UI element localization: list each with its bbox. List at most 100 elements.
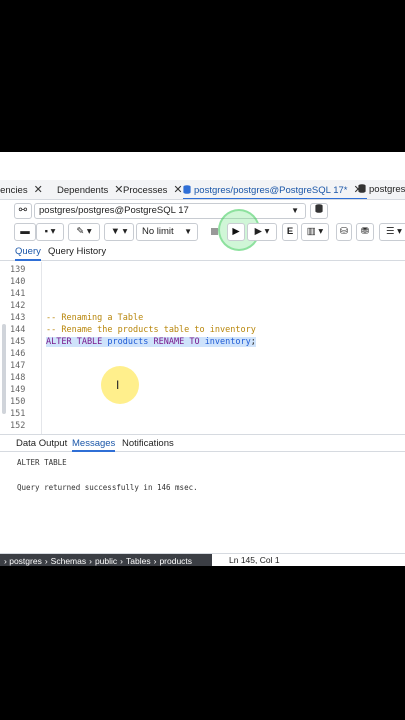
chevron-down-icon: ▼ xyxy=(291,206,299,215)
sql-editor[interactable]: 139 140 141 142 143 144 145 146 147 148 … xyxy=(0,262,405,434)
explain-icon: E xyxy=(286,226,294,237)
breadcrumb-item[interactable]: Schemas xyxy=(51,556,86,566)
message-line: ALTER TABLE xyxy=(17,458,67,467)
code-line-alter: ALTER TABLE products RENAME TO inventory… xyxy=(46,337,256,347)
breadcrumb-item[interactable]: products xyxy=(159,556,192,566)
editor-tab-bar: lencies ✕ Dependents ✕ Processes ✕ postgres… xyxy=(0,180,405,200)
breadcrumb-item[interactable]: public xyxy=(95,556,117,566)
database-icon xyxy=(315,204,323,213)
connection-bar: ⚯ postgres/postgres@PostgreSQL 17 ▼ xyxy=(0,201,405,221)
explain-analyze-button[interactable]: ▥ ▾ xyxy=(301,223,329,241)
rollback-button[interactable]: ⛃ xyxy=(356,223,374,241)
folder-icon: ▬ xyxy=(20,226,30,237)
play-icon: ▶ xyxy=(232,226,240,237)
line-number: 149 xyxy=(10,385,26,395)
sql-keyword: ALTER TABLE xyxy=(46,337,103,347)
tab-query-tool[interactable]: postgres/postgres@PostgreSQL 17* ✕ xyxy=(183,180,367,199)
line-number: 141 xyxy=(10,289,26,299)
database-icon xyxy=(358,184,366,193)
execute-options-button[interactable]: ▶ ▾ xyxy=(247,223,277,241)
code-comment: -- Renaming a Table xyxy=(46,313,144,323)
chevron-right-icon: › xyxy=(153,556,157,566)
save-button[interactable]: ▪ ▾ xyxy=(36,223,64,241)
text-cursor-icon: I xyxy=(116,378,120,392)
connection-status-button[interactable]: ⚯ xyxy=(14,203,32,219)
tab-query-history[interactable]: Query History xyxy=(48,245,106,261)
close-icon[interactable]: ✕ xyxy=(34,184,43,196)
tab-data-output[interactable]: Data Output xyxy=(16,437,67,452)
tab-label: postgres/ xyxy=(369,184,405,195)
open-file-button[interactable]: ▬ xyxy=(14,223,36,241)
breadcrumb: › postgres › Schemas › public › Tables › product… xyxy=(0,554,212,566)
line-number: 150 xyxy=(10,397,26,407)
line-number: 143 xyxy=(10,313,26,323)
line-number: 148 xyxy=(10,373,26,383)
close-icon[interactable]: ✕ xyxy=(173,184,182,196)
line-number: 144 xyxy=(10,325,26,335)
chevron-down-icon: ▼ xyxy=(184,227,192,236)
code-comment: -- Rename the products table to inventor… xyxy=(46,325,256,335)
limit-select[interactable]: No limit ▼ xyxy=(136,223,198,241)
tab-query-tool-2[interactable]: postgres/ xyxy=(358,180,405,199)
query-toolbar: ▬ ▪ ▾ ✎ ▾ ▼ ▾ No limit ▼ ▶ ▶ ▾ E ▥ ▾ ⛁ ⛃… xyxy=(0,209,405,251)
sql-identifier: products xyxy=(107,337,149,347)
macros-button[interactable]: ☰ ▾ xyxy=(379,223,405,241)
connection-value: postgres/postgres@PostgreSQL 17 xyxy=(39,205,189,216)
chevron-right-icon: › xyxy=(89,556,92,566)
edit-button[interactable]: ✎ ▾ xyxy=(68,223,100,241)
sql-keyword: RENAME TO xyxy=(153,337,200,347)
explain-button[interactable]: E xyxy=(282,223,298,241)
line-number: 151 xyxy=(10,409,26,419)
filter-icon: ▼ ▾ xyxy=(110,226,128,237)
line-number: 142 xyxy=(10,301,26,311)
tab-query[interactable]: Query xyxy=(15,245,41,261)
sql-terminator: ; xyxy=(250,337,256,347)
tab-processes[interactable]: Processes ✕ xyxy=(123,180,183,199)
tab-dependents[interactable]: Dependents ✕ xyxy=(57,180,123,199)
line-number: 145 xyxy=(10,337,26,347)
tab-notifications[interactable]: Notifications xyxy=(122,437,174,452)
query-tabs: Query Query History xyxy=(0,243,405,261)
line-number: 146 xyxy=(10,349,26,359)
chart-icon: ▥ ▾ xyxy=(306,226,324,237)
line-number-gutter: 139 140 141 142 143 144 145 146 147 148 … xyxy=(0,262,42,434)
chevron-right-icon: › xyxy=(44,556,48,566)
play-script-icon: ▶ ▾ xyxy=(254,226,270,237)
pencil-icon: ✎ ▾ xyxy=(76,226,92,237)
limit-value: No limit xyxy=(142,226,174,237)
line-number: 147 xyxy=(10,361,26,371)
filter-button[interactable]: ▼ ▾ xyxy=(104,223,134,241)
tab-messages[interactable]: Messages xyxy=(72,437,116,452)
breadcrumb-item[interactable]: postgres xyxy=(9,556,42,566)
line-number: 140 xyxy=(10,277,26,287)
sql-identifier: inventory xyxy=(204,337,251,347)
chevron-right-icon: › xyxy=(120,556,124,566)
database-icon xyxy=(183,185,191,194)
tab-label: postgres/postgres@PostgreSQL 17* xyxy=(194,185,348,196)
cursor-position: Ln 145, Col 1 xyxy=(229,555,280,565)
tab-label: lencies xyxy=(0,185,28,196)
result-tabs: Data Output Messages Notifications xyxy=(0,434,405,452)
mouse-highlight xyxy=(101,366,139,404)
commit-button[interactable]: ⛁ xyxy=(336,223,352,241)
db-commit-icon: ⛁ xyxy=(340,226,348,237)
line-number: 152 xyxy=(10,421,26,431)
link-icon: ⚯ xyxy=(18,205,28,216)
chevron-right-icon: › xyxy=(4,556,7,566)
status-bar: › postgres › Schemas › public › Tables › product… xyxy=(0,553,405,566)
connection-select[interactable]: postgres/postgres@PostgreSQL 17 ▼ xyxy=(34,203,306,219)
breadcrumb-item[interactable]: Tables xyxy=(126,556,151,566)
execute-button[interactable]: ▶ xyxy=(227,223,245,241)
tab-dependencies[interactable]: lencies ✕ xyxy=(0,180,43,199)
pgadmin-window: lencies ✕ Dependents ✕ Processes ✕ postgres… xyxy=(0,152,405,566)
message-line: Query returned successfully in 146 msec. xyxy=(17,483,198,492)
db-rollback-icon: ⛃ xyxy=(361,226,369,237)
tab-label: Dependents xyxy=(57,185,109,196)
tab-label: Processes xyxy=(123,185,168,196)
list-icon: ☰ ▾ xyxy=(386,226,402,237)
save-icon: ▪ ▾ xyxy=(44,226,56,237)
line-number: 139 xyxy=(10,265,26,275)
editor-scrollbar[interactable] xyxy=(2,324,6,414)
new-connection-button[interactable] xyxy=(310,203,328,219)
stop-icon xyxy=(210,228,218,235)
